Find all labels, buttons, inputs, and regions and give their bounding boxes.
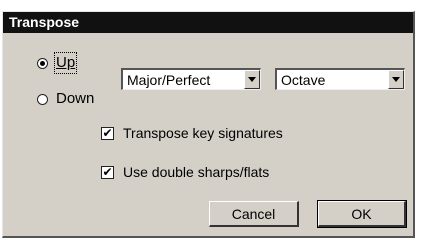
chevron-down-icon [392, 77, 400, 82]
transpose-key-signatures-checkbox[interactable]: ✔ Transpose key signatures [101, 125, 283, 141]
use-double-sharps-label: Use double sharps/flats [123, 164, 270, 180]
cancel-button[interactable]: Cancel [209, 201, 299, 227]
radio-down-label: Down [56, 90, 95, 107]
radio-up-label: Up [53, 52, 78, 74]
interval-quality-select[interactable]: Major/Perfect [121, 68, 261, 90]
transpose-key-signatures-label: Transpose key signatures [123, 125, 283, 141]
ok-button[interactable]: OK [317, 200, 407, 228]
radio-down[interactable]: Down [37, 90, 94, 108]
interval-size-value: Octave [281, 71, 326, 88]
radio-up-indicator[interactable] [37, 57, 48, 69]
interval-size-dropdown-button[interactable] [388, 70, 404, 89]
checkmark-icon[interactable]: ✔ [101, 165, 114, 179]
checkmark-icon[interactable]: ✔ [101, 126, 114, 140]
chevron-down-icon [248, 77, 256, 82]
interval-quality-value: Major/Perfect [127, 71, 211, 88]
use-double-sharps-checkbox[interactable]: ✔ Use double sharps/flats [101, 164, 269, 180]
radio-down-indicator[interactable] [37, 93, 48, 105]
interval-size-select[interactable]: Octave [275, 68, 405, 90]
radio-up[interactable]: Up [37, 52, 78, 74]
transpose-dialog: Transpose Up Down Major/Perfect Octave ✔… [2, 11, 415, 238]
dialog-title: Transpose [3, 12, 413, 33]
interval-quality-dropdown-button[interactable] [244, 70, 260, 89]
